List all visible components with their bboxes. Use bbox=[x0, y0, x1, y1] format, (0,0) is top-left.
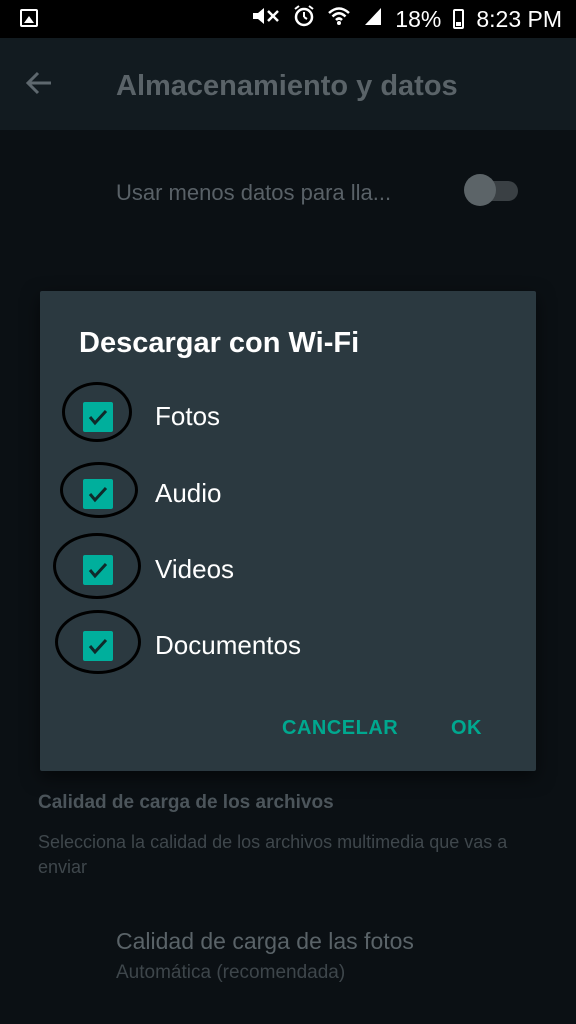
app-bar: Almacenamiento y datos bbox=[0, 38, 576, 130]
back-arrow-icon[interactable] bbox=[24, 68, 54, 102]
checkbox-fotos[interactable] bbox=[83, 402, 113, 432]
battery-icon bbox=[453, 9, 465, 29]
cancel-button[interactable]: CANCELAR bbox=[282, 717, 398, 740]
dialog-title: Descargar con Wi-Fi bbox=[79, 327, 360, 359]
option-label: Audio bbox=[155, 478, 222, 508]
mute-icon bbox=[251, 6, 281, 33]
page-title: Almacenamiento y datos bbox=[116, 70, 458, 102]
option-label: Documentos bbox=[155, 630, 301, 660]
section-header: Calidad de carga de los archivos bbox=[38, 792, 334, 813]
option-documentos[interactable]: Documentos bbox=[40, 610, 536, 682]
check-icon bbox=[88, 486, 108, 503]
option-label: Fotos bbox=[155, 401, 221, 431]
clock: 8:23 PM bbox=[476, 5, 562, 32]
wifi-icon bbox=[327, 6, 351, 33]
gallery-icon bbox=[20, 9, 38, 27]
checkbox-documentos[interactable] bbox=[83, 631, 113, 661]
photo-quality-title[interactable]: Calidad de carga de las fotos bbox=[116, 928, 414, 955]
option-videos[interactable]: Videos bbox=[40, 533, 536, 606]
low-data-toggle-thumb[interactable] bbox=[464, 174, 496, 206]
checkbox-audio[interactable] bbox=[83, 479, 113, 509]
check-icon bbox=[88, 638, 108, 655]
signal-icon bbox=[363, 6, 383, 33]
option-label: Videos bbox=[155, 554, 235, 584]
ok-button[interactable]: OK bbox=[451, 717, 482, 740]
status-icons: 18% 8:23 PM bbox=[251, 4, 562, 34]
alarm-icon bbox=[293, 4, 315, 34]
battery-percent: 18% bbox=[395, 5, 442, 32]
check-icon bbox=[88, 409, 108, 426]
checkbox-videos[interactable] bbox=[83, 555, 113, 585]
download-wifi-dialog: Descargar con Wi-Fi Fotos Audio Videos D… bbox=[40, 291, 536, 771]
option-audio[interactable]: Audio bbox=[40, 462, 536, 530]
section-description: Selecciona la calidad de los archivos mu… bbox=[38, 832, 508, 877]
option-fotos[interactable]: Fotos bbox=[40, 382, 536, 453]
low-data-label[interactable]: Usar menos datos para lla... bbox=[116, 180, 391, 206]
check-icon bbox=[88, 562, 108, 579]
photo-quality-value: Automática (recomendada) bbox=[116, 962, 346, 983]
status-bar: 18% 8:23 PM bbox=[0, 0, 576, 38]
